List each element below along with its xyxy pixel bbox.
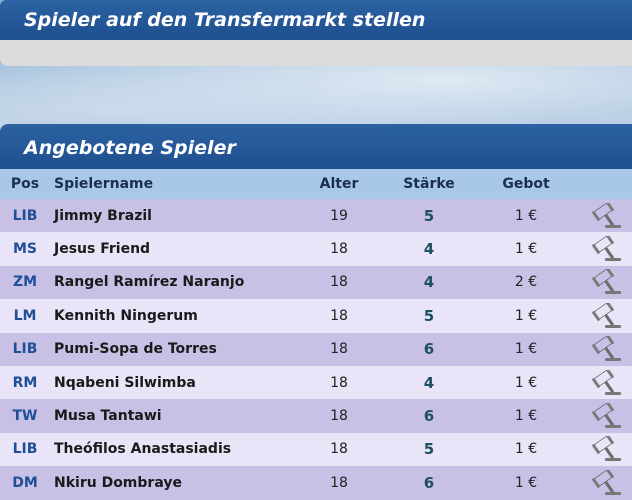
player-name: Pumi-Sopa de Torres (50, 332, 294, 366)
action-cell (578, 299, 632, 333)
player-strength: 5 (384, 199, 474, 233)
player-position: LIB (0, 332, 50, 366)
player-age: 19 (294, 199, 384, 233)
player-name: Rangel Ramírez Naranjo (50, 265, 294, 300)
player-position: LIB (0, 199, 50, 233)
player-position: TW (0, 399, 50, 433)
gavel-icon[interactable] (591, 334, 623, 362)
action-cell (578, 199, 632, 233)
player-strength: 4 (384, 232, 474, 266)
gavel-icon[interactable] (591, 267, 623, 295)
gavel-icon[interactable] (591, 401, 623, 429)
column-header-age[interactable]: Alter (294, 169, 384, 199)
transfer-panel-body (0, 40, 632, 66)
gavel-icon[interactable] (591, 301, 623, 329)
table-row[interactable]: TW Musa Tantawi 18 6 1 € (0, 399, 632, 433)
offered-players-title: Angebotene Spieler (0, 124, 632, 169)
action-cell (578, 265, 632, 300)
player-name: Theófilos Anastasiadis (50, 432, 294, 467)
column-header-pos[interactable]: Pos (0, 169, 50, 199)
column-header-name[interactable]: Spielername (50, 169, 294, 199)
table-row[interactable]: LIB Jimmy Brazil 19 5 1 € (0, 199, 632, 233)
player-position: ZM (0, 265, 50, 300)
player-age: 18 (294, 299, 384, 333)
player-position: DM (0, 466, 50, 500)
column-header-action (578, 169, 632, 199)
gavel-icon[interactable] (591, 468, 623, 496)
player-strength: 4 (384, 365, 474, 400)
player-name: Jesus Friend (50, 232, 294, 266)
table-row[interactable]: RM Nqabeni Silwimba 18 4 1 € (0, 365, 632, 400)
player-age: 18 (294, 365, 384, 400)
table-row[interactable]: LIB Pumi-Sopa de Torres 18 6 1 € (0, 332, 632, 366)
player-strength: 5 (384, 432, 474, 467)
player-strength: 4 (384, 265, 474, 300)
player-bid: 2 € (474, 265, 578, 300)
player-bid: 1 € (474, 332, 578, 366)
gavel-icon[interactable] (591, 434, 623, 462)
table-row[interactable]: LIB Theófilos Anastasiadis 18 5 1 € (0, 432, 632, 467)
player-position: LM (0, 299, 50, 333)
player-name: Kennith Ningerum (50, 299, 294, 333)
player-bid: 1 € (474, 299, 578, 333)
player-bid: 1 € (474, 399, 578, 433)
player-age: 18 (294, 399, 384, 433)
gavel-icon[interactable] (591, 234, 623, 262)
player-strength: 5 (384, 299, 474, 333)
player-age: 18 (294, 466, 384, 500)
gavel-icon[interactable] (591, 367, 623, 396)
player-position: RM (0, 365, 50, 400)
player-bid: 1 € (474, 466, 578, 500)
transfer-panel: Spieler auf den Transfermarkt stellen (0, 0, 632, 66)
table-row[interactable]: LM Kennith Ningerum 18 5 1 € (0, 299, 632, 333)
player-name: Jimmy Brazil (50, 199, 294, 233)
action-cell (578, 365, 632, 400)
action-cell (578, 432, 632, 467)
table-row[interactable]: MS Jesus Friend 18 4 1 € (0, 232, 632, 266)
player-strength: 6 (384, 466, 474, 500)
player-age: 18 (294, 332, 384, 366)
player-strength: 6 (384, 399, 474, 433)
player-age: 18 (294, 232, 384, 266)
column-header-strength[interactable]: Stärke (384, 169, 474, 199)
offered-players-table: Pos Spielername Alter Stärke Gebot LIB Ji… (0, 169, 632, 500)
table-row[interactable]: ZM Rangel Ramírez Naranjo 18 4 2 € (0, 265, 632, 300)
action-cell (578, 232, 632, 266)
player-bid: 1 € (474, 432, 578, 467)
player-name: Nkiru Dombraye (50, 466, 294, 500)
action-cell (578, 399, 632, 433)
player-strength: 6 (384, 332, 474, 366)
player-age: 18 (294, 265, 384, 300)
player-bid: 1 € (474, 199, 578, 233)
offered-players-panel: Angebotene Spieler Pos Spielername Alter… (0, 124, 632, 500)
column-header-bid[interactable]: Gebot (474, 169, 578, 199)
gavel-icon[interactable] (591, 200, 623, 229)
action-cell (578, 466, 632, 500)
action-cell (578, 332, 632, 366)
player-bid: 1 € (474, 365, 578, 400)
player-bid: 1 € (474, 232, 578, 266)
transfer-panel-title: Spieler auf den Transfermarkt stellen (0, 0, 632, 40)
player-age: 18 (294, 432, 384, 467)
table-row[interactable]: DM Nkiru Dombraye 18 6 1 € (0, 466, 632, 500)
player-name: Musa Tantawi (50, 399, 294, 433)
table-header-row: Pos Spielername Alter Stärke Gebot (0, 169, 632, 199)
player-position: LIB (0, 432, 50, 467)
player-position: MS (0, 232, 50, 266)
player-name: Nqabeni Silwimba (50, 365, 294, 400)
